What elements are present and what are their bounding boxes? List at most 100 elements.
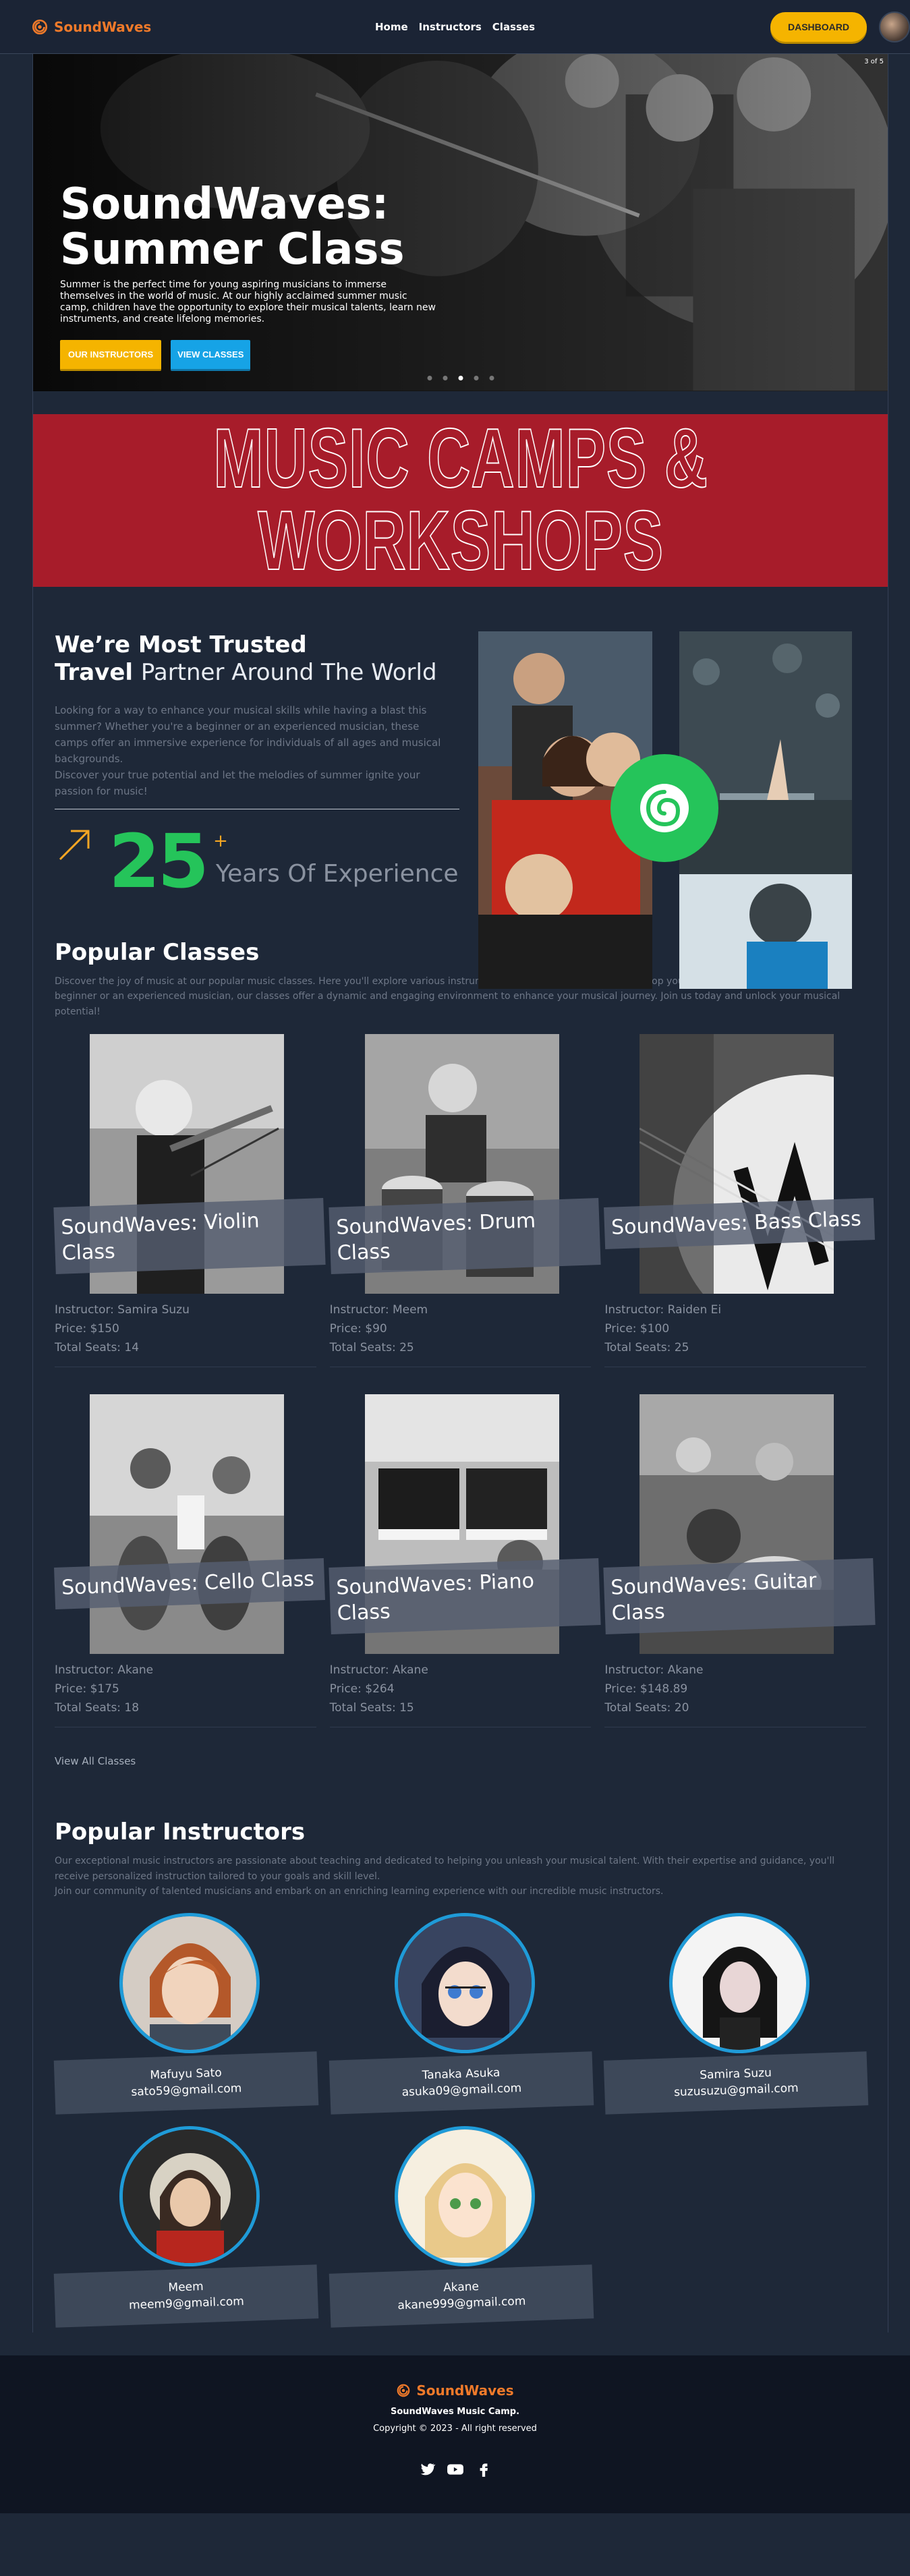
class-seats: Total Seats: 25 (604, 1341, 689, 1355)
avatar-image (397, 1916, 532, 2050)
instructor-email: akane999@gmail.com (397, 2294, 526, 2312)
avatar-image (673, 1916, 807, 2050)
class-price: Price: $148.89 (604, 1682, 688, 1696)
class-info: Instructor: Samira Suzu Price: $150 Tota… (55, 1300, 316, 1357)
carousel-dot[interactable] (427, 376, 432, 380)
instructor-info: Samira Suzu suzusuzu@gmail.com (604, 2051, 869, 2115)
nav-link-instructors[interactable]: Instructors (419, 21, 482, 33)
about-heading-bold: We’re Most Trusted (55, 631, 307, 658)
instructors-description-1: Our exceptional music instructors are pa… (55, 1856, 835, 1882)
popular-classes-section: Popular Classes Discover the joy of musi… (33, 939, 910, 1767)
avatar-image (123, 2129, 256, 2263)
class-seats: Total Seats: 14 (55, 1341, 140, 1355)
class-instructor: Instructor: Akane (55, 1663, 154, 1678)
class-instructor: Instructor: Akane (329, 1663, 428, 1678)
avatar-image (397, 2129, 532, 2263)
instructor-card[interactable]: Akane akane999@gmail.com (329, 2125, 594, 2332)
class-seats: Total Seats: 20 (604, 1701, 689, 1715)
instructors-title: Popular Instructors (55, 1819, 306, 1846)
instructor-card[interactable]: Samira Suzu suzusuzu@gmail.com (604, 1912, 869, 2119)
class-instructor: Instructor: Meem (329, 1303, 428, 1317)
about-section: We’re Most Trusted Travel Partner Around… (33, 587, 888, 989)
instructor-name: Akane (443, 2279, 479, 2295)
class-image-wrap: SoundWaves: Drum Class (329, 1034, 601, 1294)
nav-link-home[interactable]: Home (375, 21, 408, 33)
carousel-dot[interactable] (489, 376, 494, 380)
class-name: SoundWaves: Piano Class (329, 1558, 601, 1635)
brand[interactable]: SoundWaves (31, 18, 151, 36)
nav-link-classes[interactable]: Classes (492, 21, 535, 33)
instructor-info: Akane akane999@gmail.com (329, 2264, 594, 2328)
class-card[interactable]: SoundWaves: Bass Class Instructor: Raide… (604, 1034, 910, 1368)
youtube-icon[interactable] (447, 2461, 464, 2478)
class-info: Instructor: Akane Price: $148.89 Total S… (604, 1661, 866, 1717)
our-instructors-button[interactable]: OUR INSTRUCTORS (60, 339, 162, 371)
class-instructor: Instructor: Samira Suzu (55, 1303, 190, 1317)
nav-links: Home Instructors Classes (375, 21, 535, 33)
instructor-card[interactable]: Mafuyu Sato sato59@gmail.com (53, 1912, 319, 2119)
instructor-email: suzusuzu@gmail.com (674, 2081, 799, 2099)
class-card[interactable]: SoundWaves: Violin Class Instructor: Sam… (53, 1034, 326, 1368)
instructor-name: Meem (168, 2279, 204, 2295)
class-price: Price: $175 (55, 1682, 119, 1696)
class-name: SoundWaves: Bass Class (604, 1198, 876, 1249)
class-image-wrap: SoundWaves: Guitar Class (603, 1394, 876, 1655)
class-card[interactable]: SoundWaves: Cello Class Instructor: Akan… (54, 1394, 325, 1728)
about-paragraph-2: Discover your true potential and let the… (55, 768, 420, 797)
instructor-name: Mafuyu Sato (150, 2065, 223, 2082)
class-info: Instructor: Akane Price: $264 Total Seat… (330, 1661, 592, 1717)
class-seats: Total Seats: 15 (329, 1701, 414, 1715)
hero-buttons: OUR INSTRUCTORS VIEW CLASSES (60, 339, 465, 371)
navbar: SoundWaves Home Instructors Classes DASH… (0, 0, 910, 54)
instructor-grid: Mafuyu Sato sato59@gmail.com Tanaka Asuk… (53, 1912, 869, 2332)
class-instructor: Instructor: Raiden Ei (604, 1303, 722, 1317)
about-paragraph-1: Looking for a way to enhance your musica… (55, 704, 441, 765)
class-image-wrap: SoundWaves: Cello Class (54, 1394, 325, 1655)
class-info: Instructor: Meem Price: $90 Total Seats:… (330, 1300, 592, 1357)
instructor-name: Tanaka Asuka (422, 2065, 501, 2082)
years-label: Years Of Experience (215, 859, 459, 888)
instructor-email: sato59@gmail.com (131, 2081, 242, 2099)
user-avatar[interactable] (879, 11, 910, 42)
view-all-classes-link[interactable]: View All Classes (55, 1755, 136, 1767)
class-grid: SoundWaves: Violin Class Instructor: Sam… (53, 1034, 910, 1754)
spiral-icon (640, 784, 689, 832)
class-card[interactable]: SoundWaves: Guitar Class Instructor: Aka… (603, 1394, 876, 1728)
main-content: 3 of 5 SoundWaves: Summer Class Summer i… (32, 54, 910, 2332)
facebook-icon[interactable] (475, 2461, 492, 2478)
instructor-card[interactable]: Meem meem9@gmail.com (53, 2125, 319, 2332)
music-camps-banner: MUSIC CAMPS & WORKSHOPS (33, 414, 888, 587)
footer-brand-name: SoundWaves (416, 2382, 514, 2399)
footer: SoundWaves SoundWaves Music Camp. Copyri… (0, 2355, 910, 2513)
class-price: Price: $100 (604, 1322, 670, 1336)
about-heading-thin: Partner Around The World (140, 659, 437, 687)
class-name: SoundWaves: Violin Class (53, 1198, 326, 1275)
class-card[interactable]: SoundWaves: Drum Class Instructor: Meem … (329, 1034, 601, 1368)
class-seats: Total Seats: 18 (55, 1701, 140, 1715)
instructor-card[interactable]: Tanaka Asuka asuka09@gmail.com (329, 1912, 594, 2119)
class-name: SoundWaves: Guitar Class (603, 1558, 876, 1635)
carousel-dot[interactable] (443, 376, 447, 380)
instructors-description: Our exceptional music instructors are pa… (55, 1854, 866, 1899)
class-price: Price: $90 (329, 1322, 387, 1336)
carousel-dot[interactable] (474, 376, 478, 380)
logo-icon (397, 2384, 410, 2397)
nav-right: DASHBOARD (770, 11, 910, 42)
brand-badge (610, 754, 718, 862)
view-classes-button[interactable]: VIEW CLASSES (171, 339, 251, 371)
about-heading: We’re Most Trusted Travel Partner Around… (55, 631, 459, 687)
carousel-dot-active[interactable] (458, 376, 463, 380)
instructors-description-2: Join our community of talented musicians… (55, 1886, 664, 1897)
instructor-info: Mafuyu Sato sato59@gmail.com (53, 2051, 319, 2115)
footer-camp-name: SoundWaves Music Camp. (390, 2406, 520, 2417)
dashboard-button[interactable]: DASHBOARD (770, 11, 867, 42)
logo-icon (32, 19, 48, 34)
class-name: SoundWaves: Cello Class (54, 1558, 325, 1609)
class-image-wrap: SoundWaves: Violin Class (53, 1034, 326, 1294)
twitter-icon[interactable] (418, 2461, 436, 2478)
class-info: Instructor: Raiden Ei Price: $100 Total … (604, 1300, 866, 1357)
class-card[interactable]: SoundWaves: Piano Class Instructor: Akan… (329, 1394, 601, 1728)
popular-instructors-section: Popular Instructors Our exceptional musi… (33, 1819, 888, 2332)
footer-brand[interactable]: SoundWaves (396, 2382, 514, 2399)
about-heading-bold-2: Travel (55, 659, 134, 687)
